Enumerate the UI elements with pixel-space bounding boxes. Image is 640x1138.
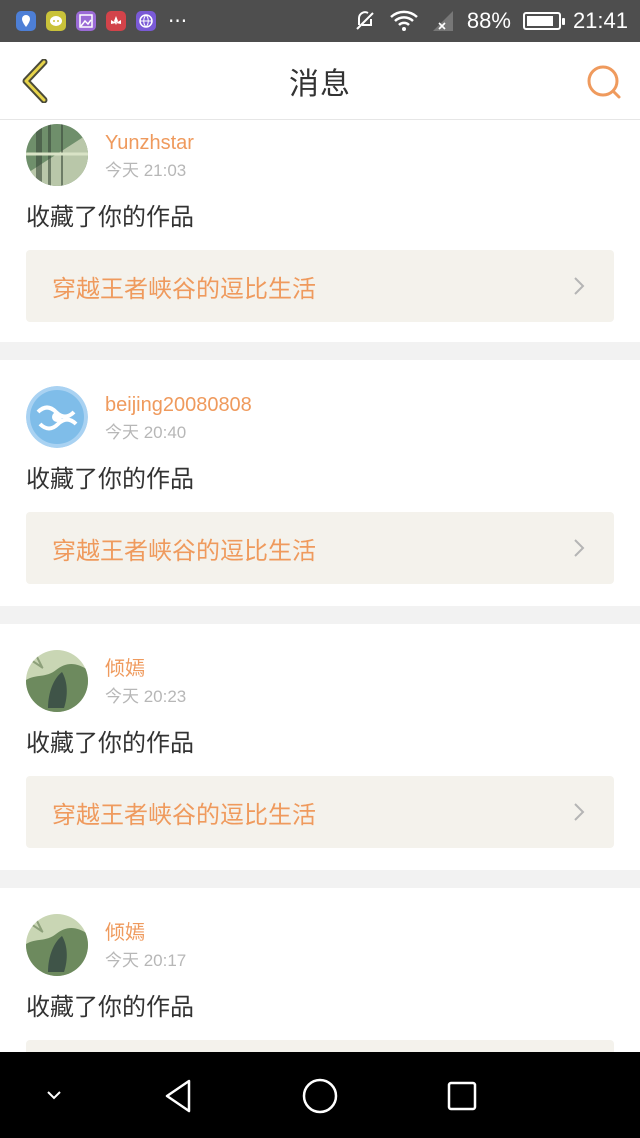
message-text: 收藏了你的作品 [26,203,194,231]
message-card: 倾嫣 今天 20:17 收藏了你的作品 [0,888,640,1052]
timestamp: 今天 21:03 [105,161,187,180]
chevron-right-icon [574,803,585,821]
work-link[interactable]: 穿越王者峡谷的逗比生活 [26,250,614,322]
back-button[interactable] [14,58,54,104]
message-text: 收藏了你的作品 [26,729,194,757]
system-nav-bar [0,1052,640,1138]
message-card: beijing20080808 今天 20:40 收藏了你的作品 穿越王者峡谷的… [0,360,640,606]
username[interactable]: Yunzhstar [105,130,194,156]
message-card: Yunzhstar 今天 21:03 收藏了你的作品 穿越王者峡谷的逗比生活 [0,120,640,342]
maps-app-icon [16,11,36,31]
chevron-right-icon [574,539,585,557]
more-notifications-indicator: ··· [168,9,188,33]
page-title: 消息 [289,66,351,102]
nav-home-button[interactable] [298,1074,342,1118]
divider [0,606,640,624]
search-icon [587,65,621,99]
avatar[interactable] [26,914,88,976]
work-link[interactable]: 穿越王者峡谷的逗比生活 [26,776,614,848]
nav-recents-button[interactable] [440,1074,484,1118]
timestamp: 今天 20:23 [105,687,187,706]
username[interactable]: 倾嫣 [105,656,186,682]
app-header: 消息 [0,42,640,120]
work-link[interactable]: 穿越王者峡谷的逗比生活 [26,512,614,584]
signal-icon [431,9,455,33]
username[interactable]: beijing20080808 [105,392,252,418]
battery-icon [522,12,565,30]
clock: 21:41 [572,8,628,33]
home-circle-icon [302,1078,338,1114]
notification-icons: ··· [16,11,187,31]
work-link[interactable] [26,1040,614,1052]
gallery-app-icon [76,11,96,31]
battery-percent: 88% [466,8,511,33]
avatar[interactable] [26,650,88,712]
huawei-app-icon [106,11,126,31]
timestamp: 今天 20:40 [105,423,187,442]
message-text: 收藏了你的作品 [26,993,194,1021]
divider [0,342,640,360]
hide-nav-icon [47,1091,61,1100]
message-list[interactable]: Yunzhstar 今天 21:03 收藏了你的作品 穿越王者峡谷的逗比生活 b… [0,120,640,1052]
chevron-right-icon [574,277,585,295]
timestamp: 今天 20:17 [105,951,187,970]
avatar[interactable] [26,124,88,186]
chat-app-icon [46,11,66,31]
divider [0,870,640,888]
vibrate-off-icon [353,9,377,33]
nav-back-button[interactable] [156,1074,200,1118]
browser-app-icon [136,11,156,31]
hide-nav-button[interactable] [36,1080,72,1110]
message-text: 收藏了你的作品 [26,465,194,493]
wifi-icon [389,9,419,33]
back-triangle-icon [165,1079,191,1113]
work-title: 穿越王者峡谷的逗比生活 [52,800,316,829]
work-title: 穿越王者峡谷的逗比生活 [52,536,316,565]
status-bar: ··· 88% 21:41 [0,0,640,42]
work-title: 穿越王者峡谷的逗比生活 [52,274,316,303]
recents-square-icon [447,1081,477,1111]
avatar[interactable] [26,386,88,448]
search-button[interactable] [584,62,624,102]
chevron-left-icon [22,59,48,103]
username[interactable]: 倾嫣 [105,920,186,946]
message-card: 倾嫣 今天 20:23 收藏了你的作品 穿越王者峡谷的逗比生活 [0,624,640,870]
